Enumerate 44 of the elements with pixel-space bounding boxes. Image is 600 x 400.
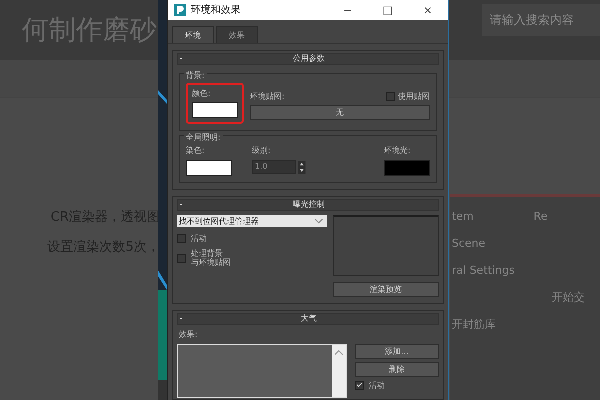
add-button[interactable]: 添加... [355,344,439,359]
panel-label: Scene [452,237,486,250]
group-title: 全局照明: [184,132,223,143]
panel-label: tem [452,210,474,223]
field-label: 颜色: [192,88,212,99]
window-control[interactable]: □ [368,0,408,20]
window-title: 环境和效果 [191,4,241,17]
panel-label: ral Settings [452,264,515,277]
checkbox-label: 使用贴图 [398,91,430,102]
checkbox[interactable] [177,254,186,264]
field-label: 环境光: [384,145,412,156]
field-label: 效果: [179,329,199,340]
window-control[interactable]: × [408,0,448,20]
map-button[interactable]: 无 [250,105,430,120]
panel-label: Re [534,210,548,223]
checkbox-label: 活动 [191,233,207,244]
delete-button[interactable]: 删除 [355,362,439,377]
rollout-header[interactable]: - 曝光控制 [177,199,439,211]
color-swatch[interactable] [192,102,238,118]
caret-icon [315,218,323,224]
window-control[interactable]: − [328,0,368,20]
checkbox[interactable] [177,234,186,243]
color-swatch[interactable] [186,160,232,176]
level-field[interactable]: 1.0 [252,160,296,174]
panel-label: 开封筋库 [452,317,496,332]
dropdown[interactable]: 找不到位图代理管理器 [177,215,327,227]
color-swatch[interactable] [384,160,430,176]
app-icon [174,4,186,16]
checkbox-label: 处理背景 与环境贴图 [191,250,231,268]
tab[interactable]: 效果 [216,26,258,43]
panel-label: 开始交 [552,290,585,305]
group-title: 背景: [184,70,207,81]
effects-list[interactable] [177,344,347,398]
field-label: 级别: [252,145,272,156]
render-preview-button[interactable]: 渲染预览 [333,282,439,297]
rollout-header[interactable]: - 大气 [177,313,439,325]
field-label: 环境贴图: [250,91,285,102]
tab[interactable]: 环境 [172,26,214,43]
checkbox[interactable] [386,92,395,101]
field-label: 染色: [186,145,206,156]
rollout-header[interactable]: - 公用参数 [177,53,439,65]
spinner-icon[interactable] [298,160,306,174]
checkbox[interactable] [355,381,364,390]
checkbox-label: 活动 [369,380,385,391]
